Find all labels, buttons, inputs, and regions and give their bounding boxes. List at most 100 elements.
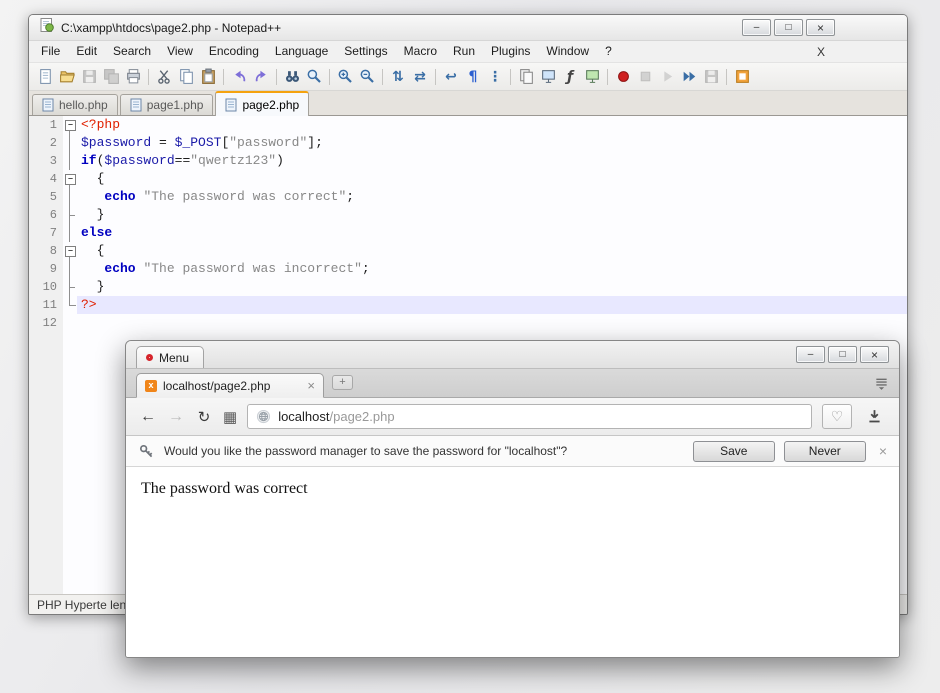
desktop: C:\xampp\htdocs\page2.php - Notepad++ – …	[0, 0, 940, 693]
save-all-icon[interactable]	[101, 67, 121, 87]
minimize-button[interactable]: –	[742, 19, 771, 36]
toolbar-separator	[382, 69, 383, 85]
menu-item-language[interactable]: Language	[267, 41, 336, 62]
sync-horizontal-icon[interactable]: ⇄	[410, 67, 430, 87]
undo-icon[interactable]	[229, 67, 249, 87]
toolbar-separator	[726, 69, 727, 85]
document-map-icon[interactable]	[538, 67, 558, 87]
file-tab-page2-php[interactable]: page2.php	[215, 91, 309, 116]
never-button[interactable]: Never	[784, 441, 866, 462]
fold-margin	[63, 134, 77, 152]
line-number: 8	[29, 242, 63, 260]
code-text: echo "The password was incorrect";	[77, 260, 907, 278]
open-file-icon[interactable]	[57, 67, 77, 87]
code-line: 4 {	[29, 170, 907, 188]
key-icon	[138, 443, 155, 460]
menu-item-plugins[interactable]: Plugins	[483, 41, 538, 62]
menu-item-window[interactable]: Window	[538, 41, 597, 62]
menu-item-edit[interactable]: Edit	[68, 41, 105, 62]
maximize-button[interactable]: □	[828, 346, 857, 363]
indent-guide-icon[interactable]: ⋮	[485, 67, 505, 87]
speed-dial-icon[interactable]: ▦	[223, 408, 237, 426]
xampp-favicon: x	[145, 380, 157, 392]
zoom-in-icon[interactable]	[335, 67, 355, 87]
fold-collapse-icon[interactable]	[63, 116, 77, 134]
toolbar-separator	[329, 69, 330, 85]
new-tab-button[interactable]: +	[332, 375, 353, 390]
find-icon[interactable]	[282, 67, 302, 87]
sync-vertical-icon[interactable]: ⇅	[388, 67, 408, 87]
code-line: 5 echo "The password was correct";	[29, 188, 907, 206]
address-bar[interactable]: localhost/page2.php	[247, 404, 812, 429]
doc-switcher-icon[interactable]	[516, 67, 536, 87]
run-macro-multiple-icon[interactable]	[679, 67, 699, 87]
menu-item-search[interactable]: Search	[105, 41, 159, 62]
menu-item-encoding[interactable]: Encoding	[201, 41, 267, 62]
monitor-icon[interactable]	[582, 67, 602, 87]
code-line: 8 {	[29, 242, 907, 260]
menu-item-file[interactable]: File	[33, 41, 68, 62]
address-text: localhost/page2.php	[278, 409, 394, 424]
function-list-icon[interactable]: ƒ	[560, 67, 580, 87]
code-text: echo "The password was correct";	[77, 188, 907, 206]
stop-macro-icon[interactable]	[635, 67, 655, 87]
fold-collapse-icon[interactable]	[63, 170, 77, 188]
opera-menu-button[interactable]: Menu	[136, 346, 204, 368]
forward-button[interactable]: →	[167, 408, 185, 426]
fold-margin	[63, 296, 77, 314]
status-text: PHP Hyperte len	[37, 598, 126, 612]
code-text: <?php	[77, 116, 907, 134]
browser-tab[interactable]: x localhost/page2.php ×	[136, 373, 324, 398]
record-macro-icon[interactable]	[613, 67, 633, 87]
menu-item-run[interactable]: Run	[445, 41, 483, 62]
new-file-icon[interactable]	[35, 67, 55, 87]
address-path: /page2.php	[330, 409, 395, 424]
paste-icon[interactable]	[198, 67, 218, 87]
npp-tab-bar: hello.phppage1.phppage2.php	[29, 91, 907, 116]
menu-item-help[interactable]: ?	[597, 41, 620, 62]
minimize-button[interactable]: –	[796, 346, 825, 363]
opera-titlebar[interactable]: Menu – □ ×	[126, 341, 899, 368]
site-badge-icon[interactable]	[256, 409, 271, 424]
back-button[interactable]: ←	[139, 408, 157, 426]
save-button[interactable]: Save	[693, 441, 775, 462]
file-tab-page1-php[interactable]: page1.php	[120, 94, 214, 115]
window-title: C:\xampp\htdocs\page2.php - Notepad++	[61, 21, 281, 35]
reload-button[interactable]: ↻	[195, 408, 213, 426]
file-tab-hello-php[interactable]: hello.php	[32, 94, 118, 115]
download-button[interactable]	[862, 408, 886, 425]
tab-close-icon[interactable]: ×	[307, 378, 315, 393]
code-text: {	[77, 242, 907, 260]
redo-icon[interactable]	[251, 67, 271, 87]
cut-icon[interactable]	[154, 67, 174, 87]
notepad-titlebar[interactable]: C:\xampp\htdocs\page2.php - Notepad++ – …	[29, 15, 907, 41]
menu-item-view[interactable]: View	[159, 41, 201, 62]
copy-icon[interactable]	[176, 67, 196, 87]
line-number: 4	[29, 170, 63, 188]
bookmark-heart-button[interactable]: ♡	[822, 404, 852, 429]
fold-collapse-icon[interactable]	[63, 242, 77, 260]
print-icon[interactable]	[123, 67, 143, 87]
close-button[interactable]: ×	[860, 346, 889, 363]
menu-close-x[interactable]: X	[811, 45, 831, 59]
fold-margin	[63, 206, 77, 224]
word-wrap-icon[interactable]: ↩	[441, 67, 461, 87]
tab-menu-icon[interactable]	[874, 376, 889, 391]
code-text: {	[77, 170, 907, 188]
save-macro-icon[interactable]	[701, 67, 721, 87]
show-all-characters-icon[interactable]: ¶	[463, 67, 483, 87]
play-macro-icon[interactable]	[657, 67, 677, 87]
fold-margin	[63, 152, 77, 170]
zoom-out-icon[interactable]	[357, 67, 377, 87]
maximize-button[interactable]: □	[774, 19, 803, 36]
close-button[interactable]: ×	[806, 19, 835, 36]
save-file-icon[interactable]	[79, 67, 99, 87]
menu-item-macro[interactable]: Macro	[396, 41, 445, 62]
plugin-icon[interactable]	[732, 67, 752, 87]
infobar-close-icon[interactable]: ×	[879, 443, 887, 459]
file-icon	[225, 98, 237, 112]
replace-icon[interactable]	[304, 67, 324, 87]
menu-items: FileEditSearchViewEncodingLanguageSettin…	[33, 41, 620, 62]
line-number: 9	[29, 260, 63, 278]
menu-item-settings[interactable]: Settings	[336, 41, 395, 62]
